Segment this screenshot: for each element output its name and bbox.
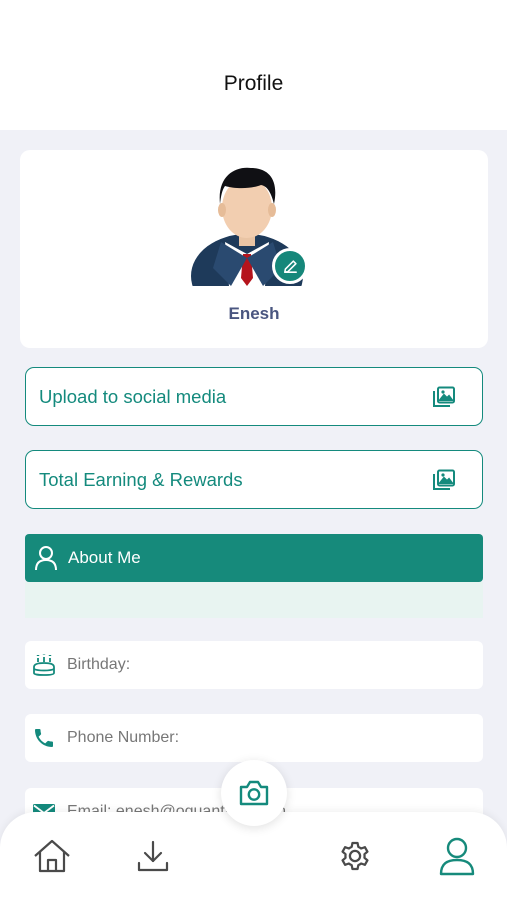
phone-icon [35, 729, 53, 747]
total-earning-rewards-label: Total Earning & Rewards [39, 468, 243, 490]
home-icon [34, 839, 70, 873]
birthday-row[interactable]: Birthday: [25, 641, 483, 689]
page-title: Profile [223, 72, 284, 95]
about-me-title: About Me [68, 548, 141, 567]
upload-social-media-button[interactable]: Upload to social media [25, 367, 483, 426]
birthday-label: Birthday: [67, 656, 131, 673]
settings-icon [341, 841, 369, 871]
gallery-icon [433, 386, 455, 407]
total-earning-rewards-button[interactable]: Total Earning & Rewards [25, 450, 483, 509]
camera-button[interactable] [221, 760, 287, 826]
phone-row[interactable]: Phone Number: [25, 714, 483, 762]
phone-label: Phone Number: [67, 729, 180, 746]
pencil-icon [283, 259, 297, 273]
about-me-body [25, 582, 483, 618]
about-me-header[interactable]: About Me [25, 534, 483, 582]
gallery-icon [433, 469, 455, 490]
birthday-cake-icon [33, 654, 55, 676]
upload-social-media-label: Upload to social media [39, 385, 227, 407]
user-name: Enesh [228, 304, 280, 323]
camera-icon [239, 780, 269, 806]
tab-profile[interactable] [435, 834, 479, 878]
edit-avatar-button[interactable] [272, 248, 308, 284]
tab-settings[interactable] [333, 834, 377, 878]
tab-downloads[interactable] [131, 834, 175, 878]
header: Profile [0, 0, 507, 130]
download-icon [137, 840, 169, 872]
tab-home[interactable] [30, 834, 74, 878]
profile-card: Enesh [20, 150, 488, 348]
person-icon [35, 546, 57, 571]
profile-icon [439, 837, 475, 876]
